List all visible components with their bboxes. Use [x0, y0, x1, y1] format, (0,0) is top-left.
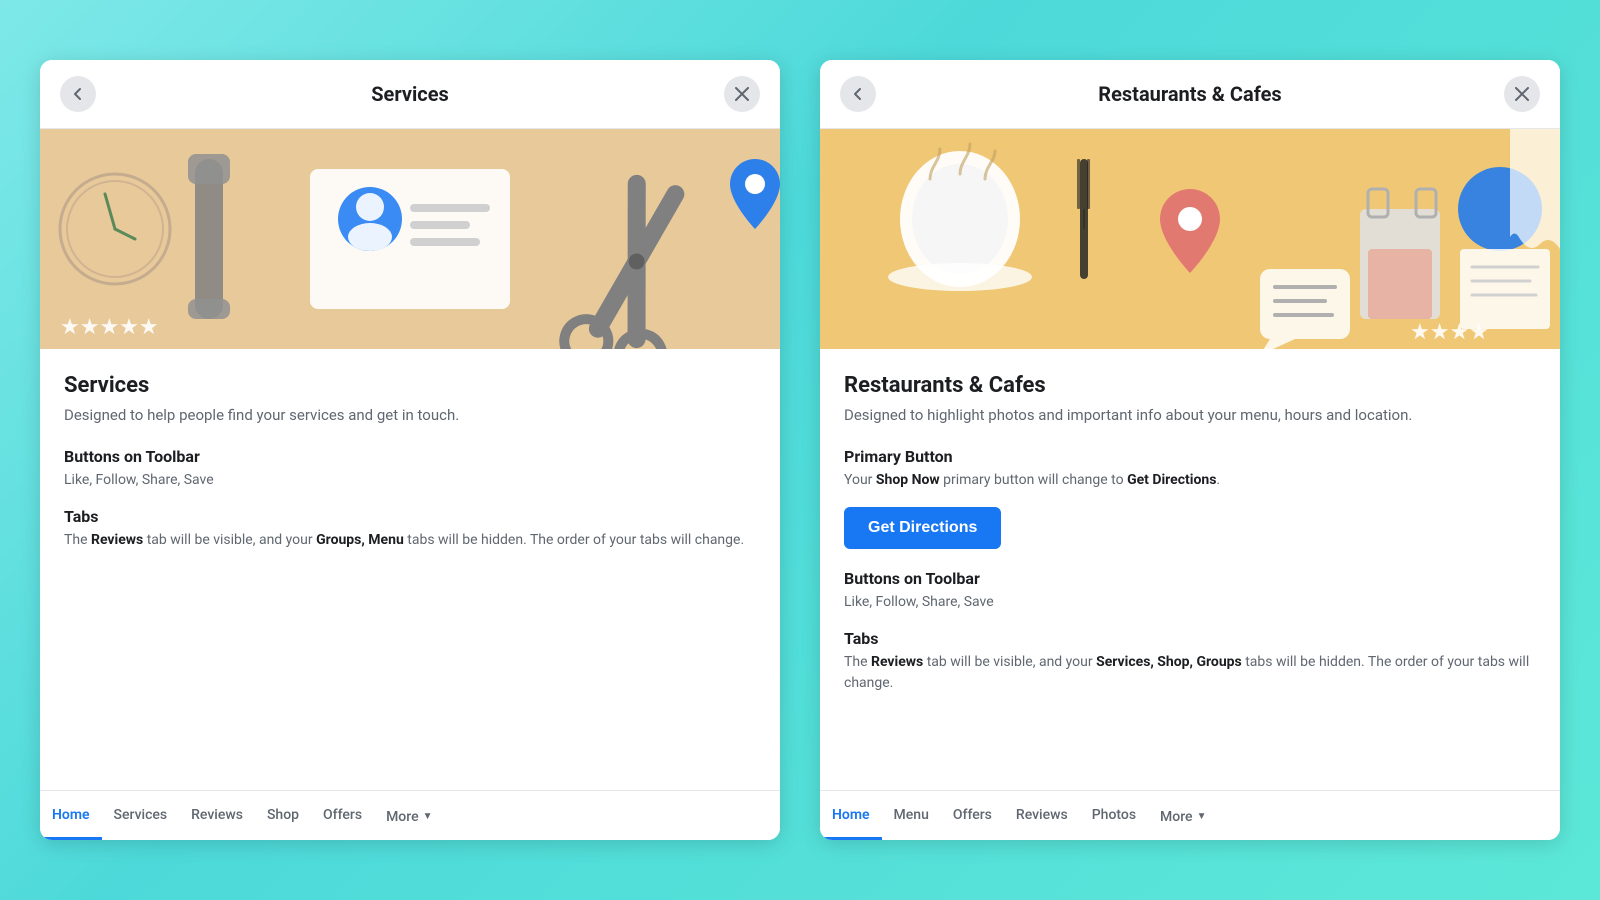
restaurants-tabs-title: Tabs [844, 629, 1536, 648]
services-hero-image: ★★★★★ [40, 129, 780, 349]
services-card-body: Services Designed to help people find yo… [40, 349, 780, 790]
get-directions-button[interactable]: Get Directions [844, 507, 1001, 549]
restaurants-tabs-desc-reviews: Reviews [871, 654, 923, 670]
restaurants-close-button[interactable] [1504, 76, 1540, 112]
services-tab-reviews[interactable]: Reviews [179, 791, 255, 840]
restaurants-primary-btn-desc: Your Shop Now primary button will change… [844, 470, 1536, 491]
restaurants-primary-btn-desc-suffix: . [1216, 472, 1220, 488]
services-back-button[interactable] [60, 76, 96, 112]
restaurants-tabs-bar: Home Menu Offers Reviews Photos More ▼ [820, 790, 1560, 840]
restaurants-tab-menu[interactable]: Menu [882, 791, 941, 840]
services-buttons-desc: Like, Follow, Share, Save [64, 470, 756, 491]
restaurants-tab-reviews[interactable]: Reviews [1004, 791, 1080, 840]
restaurants-card: Restaurants & Cafes [820, 60, 1560, 840]
services-tabs-title: Tabs [64, 507, 756, 526]
services-tab-more-label: More [386, 809, 419, 825]
restaurants-tabs-desc: The Reviews tab will be visible, and you… [844, 652, 1536, 694]
restaurants-buttons-desc: Like, Follow, Share, Save [844, 592, 1536, 613]
services-tab-more-chevron-icon: ▼ [423, 811, 433, 822]
services-tabs-desc-prefix: The [64, 532, 91, 548]
restaurants-primary-btn-title: Primary Button [844, 447, 1536, 466]
restaurants-tab-more[interactable]: More ▼ [1148, 793, 1218, 839]
restaurants-buttons-title: Buttons on Toolbar [844, 569, 1536, 588]
services-section-title: Services [64, 373, 756, 398]
services-tabs-desc-reviews: Reviews [91, 532, 143, 548]
services-tabs-desc-middle: tab will be visible, and your [143, 532, 316, 548]
restaurants-tab-offers[interactable]: Offers [941, 791, 1004, 840]
services-tab-offers[interactable]: Offers [311, 791, 374, 840]
services-tab-more[interactable]: More ▼ [374, 793, 444, 839]
restaurants-card-body: Restaurants & Cafes Designed to highligh… [820, 349, 1560, 790]
svg-text:★★★★: ★★★★ [1410, 320, 1489, 345]
services-tab-shop[interactable]: Shop [255, 791, 311, 840]
services-close-button[interactable] [724, 76, 760, 112]
services-tabs-desc-groups: Groups, Menu [316, 532, 404, 548]
services-tab-home[interactable]: Home [40, 791, 102, 840]
restaurants-tab-photos[interactable]: Photos [1080, 791, 1148, 840]
services-title: Services [371, 82, 449, 106]
restaurants-tabs-desc-prefix: The [844, 654, 871, 670]
restaurants-tab-more-chevron-icon: ▼ [1197, 811, 1207, 822]
svg-text:★★★★★: ★★★★★ [60, 315, 159, 340]
restaurants-primary-btn-desc-prefix: Your [844, 472, 876, 488]
restaurants-title: Restaurants & Cafes [1098, 82, 1281, 106]
restaurants-tab-home[interactable]: Home [820, 791, 882, 840]
restaurants-card-header: Restaurants & Cafes [820, 60, 1560, 129]
services-tab-services[interactable]: Services [102, 791, 180, 840]
services-buttons-title: Buttons on Toolbar [64, 447, 756, 466]
restaurants-primary-btn-desc-directions: Get Directions [1127, 472, 1216, 488]
services-tabs-desc: The Reviews tab will be visible, and you… [64, 530, 756, 551]
restaurants-tab-more-label: More [1160, 809, 1193, 825]
restaurants-section-title: Restaurants & Cafes [844, 373, 1536, 398]
restaurants-primary-btn-desc-shop: Shop Now [876, 472, 940, 488]
restaurants-tabs-desc-groups: Services, Shop, Groups [1096, 654, 1242, 670]
restaurants-hero-image: ★★★★ [820, 129, 1560, 349]
restaurants-back-button[interactable] [840, 76, 876, 112]
services-tabs-desc-suffix: tabs will be hidden. The order of your t… [404, 532, 744, 548]
services-card: Services [40, 60, 780, 840]
restaurants-tabs-desc-middle: tab will be visible, and your [923, 654, 1096, 670]
services-card-header: Services [40, 60, 780, 129]
services-section-desc: Designed to help people find your servic… [64, 404, 756, 427]
restaurants-section-desc: Designed to highlight photos and importa… [844, 404, 1536, 427]
restaurants-primary-btn-desc-middle: primary button will change to [940, 472, 1127, 488]
services-tabs-bar: Home Services Reviews Shop Offers More ▼ [40, 790, 780, 840]
